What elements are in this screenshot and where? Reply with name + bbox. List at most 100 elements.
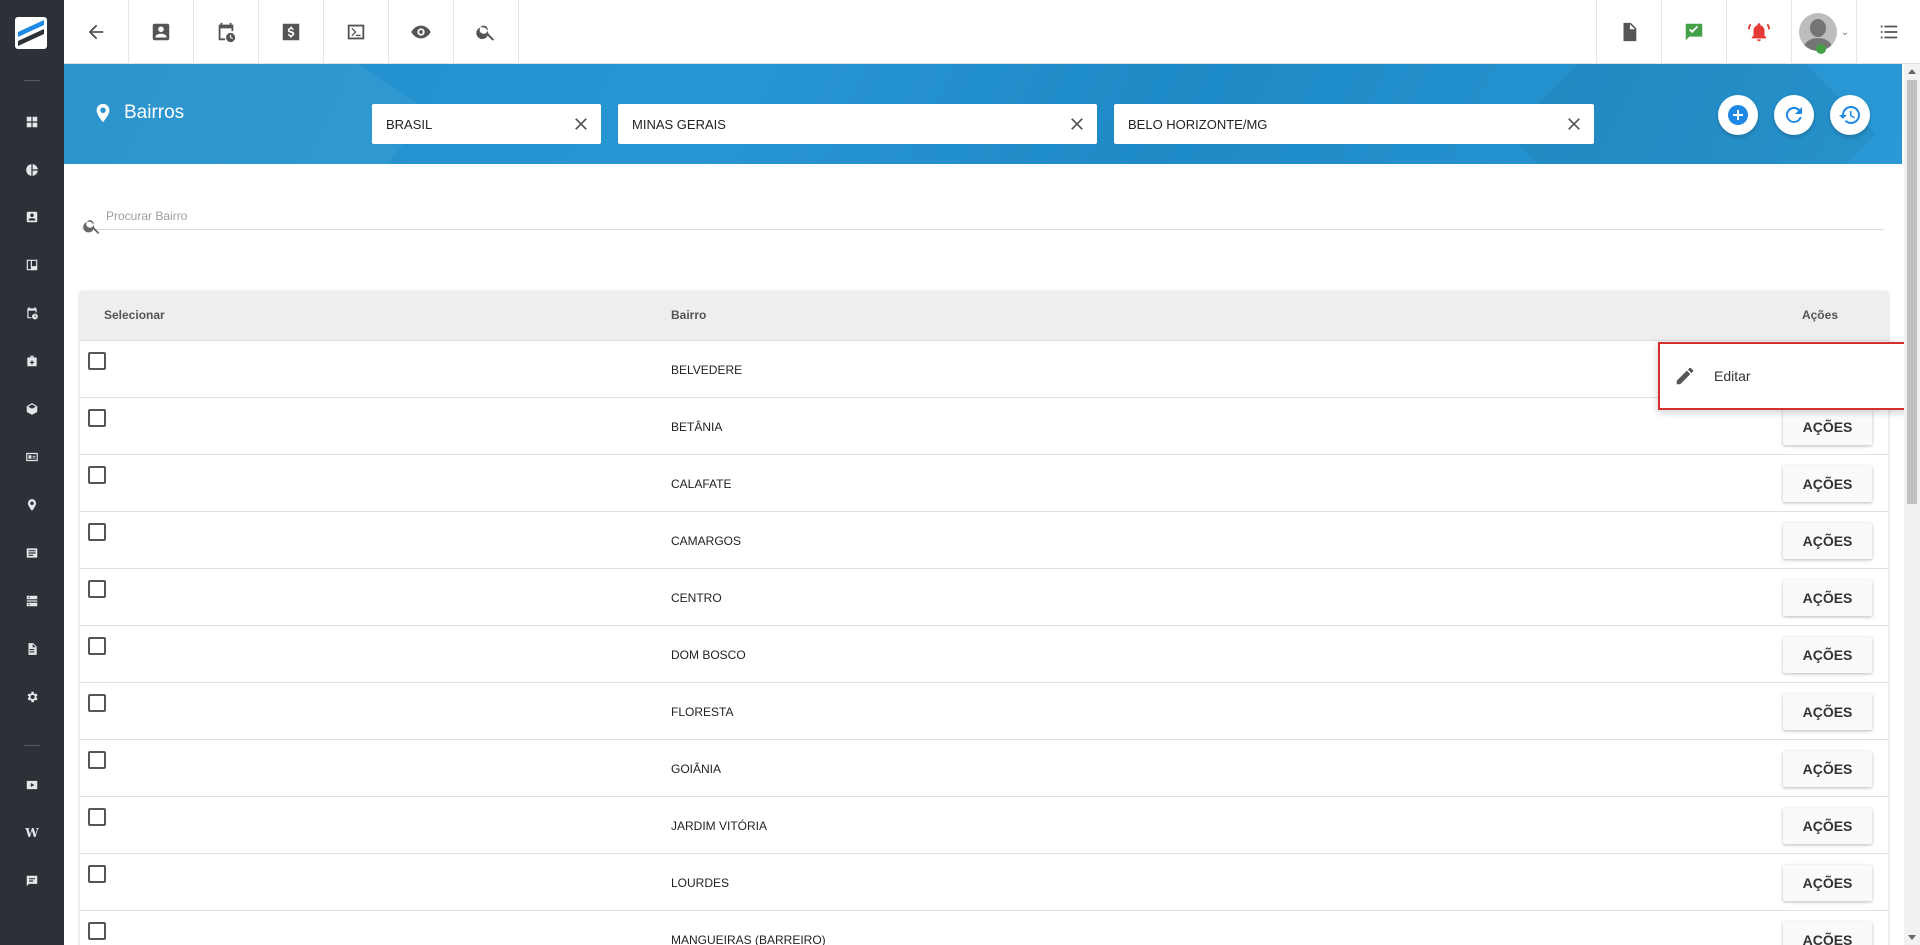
- row-actions-button[interactable]: AÇÕES: [1783, 637, 1872, 673]
- finance-button[interactable]: [259, 0, 324, 64]
- table-row: GOIÂNIA AÇÕES: [80, 740, 1888, 797]
- row-checkbox[interactable]: [88, 637, 106, 655]
- bairro-name: CAMARGOS: [671, 534, 742, 548]
- page-header: Bairros BRASIL MINAS GERAIS BELO HORIZON…: [64, 64, 1902, 164]
- contact-card-icon: [152, 23, 170, 41]
- row-actions-button[interactable]: AÇÕES: [1783, 751, 1872, 787]
- row-actions-button[interactable]: AÇÕES: [1783, 922, 1872, 945]
- search-button[interactable]: [454, 0, 519, 64]
- refresh-button[interactable]: [1774, 95, 1814, 135]
- search-icon: [83, 220, 100, 234]
- wiki-icon[interactable]: W: [24, 825, 40, 841]
- clear-city-icon[interactable]: [1564, 114, 1584, 134]
- view-button[interactable]: [389, 0, 454, 64]
- terminal-icon: [347, 24, 365, 40]
- table-row: CENTRO AÇÕES: [80, 569, 1888, 626]
- page-scrollbar[interactable]: [1904, 64, 1920, 945]
- contact-card-icon[interactable]: [24, 209, 40, 225]
- dashboard-icon[interactable]: [24, 114, 40, 130]
- history-button[interactable]: [1830, 95, 1870, 135]
- column-header-actions: Ações: [1801, 308, 1838, 322]
- row-checkbox[interactable]: [88, 694, 106, 712]
- row-actions-button[interactable]: AÇÕES: [1783, 865, 1872, 901]
- id-card-icon[interactable]: [24, 449, 40, 465]
- app-logo[interactable]: [15, 17, 47, 49]
- row-checkbox[interactable]: [88, 466, 106, 484]
- location-pin-icon: [96, 103, 110, 123]
- location-person-icon[interactable]: [24, 497, 40, 513]
- scroll-up-arrow[interactable]: [1908, 69, 1916, 74]
- server-icon[interactable]: [24, 593, 40, 609]
- back-button[interactable]: [64, 0, 129, 64]
- row-actions-button[interactable]: AÇÕES: [1783, 409, 1872, 445]
- sidebar: W: [0, 0, 64, 945]
- bairro-name: LOURDES: [671, 876, 730, 890]
- contacts-button[interactable]: [129, 0, 194, 64]
- row-checkbox[interactable]: [88, 409, 106, 427]
- schedule-button[interactable]: [194, 0, 259, 64]
- scroll-down-arrow[interactable]: [1908, 935, 1916, 940]
- messages-button[interactable]: [1661, 0, 1726, 64]
- column-header-select: Selecionar: [104, 308, 165, 322]
- list-icon[interactable]: [24, 545, 40, 561]
- table-row: DOM BOSCO AÇÕES: [80, 626, 1888, 683]
- bairro-name: MANGUEIRAS (BARREIRO): [671, 933, 826, 945]
- chat-icon[interactable]: [24, 873, 40, 889]
- search-input[interactable]: [106, 206, 1866, 226]
- bairro-name: BETÂNIA: [671, 420, 723, 434]
- row-checkbox[interactable]: [88, 523, 106, 541]
- row-checkbox[interactable]: [88, 352, 106, 370]
- bairro-name: CENTRO: [671, 591, 722, 605]
- pdf-button[interactable]: [1596, 0, 1661, 64]
- table-row: CAMARGOS AÇÕES: [80, 512, 1888, 569]
- state-filter-value: MINAS GERAIS: [632, 116, 726, 132]
- scrollbar-thumb[interactable]: [1907, 80, 1917, 504]
- calendar-clock-icon: [218, 22, 236, 43]
- clear-state-icon[interactable]: [1067, 114, 1087, 134]
- board-icon[interactable]: [24, 257, 40, 273]
- pencil-icon: [1676, 367, 1694, 385]
- video-icon[interactable]: [24, 777, 40, 793]
- settings-icon[interactable]: [24, 689, 40, 705]
- table-row: MANGUEIRAS (BARREIRO) AÇÕES: [80, 911, 1888, 945]
- notifications-button[interactable]: [1726, 0, 1791, 64]
- row-checkbox[interactable]: [88, 865, 106, 883]
- terminal-button[interactable]: [324, 0, 389, 64]
- table-row: CALAFATE AÇÕES: [80, 455, 1888, 512]
- row-actions-menu-edit[interactable]: Editar: [1658, 342, 1909, 410]
- row-checkbox[interactable]: [88, 922, 106, 940]
- row-checkbox[interactable]: [88, 580, 106, 598]
- search-bar: [82, 206, 1884, 234]
- bairro-name: GOIÂNIA: [671, 762, 722, 776]
- history-icon: [1839, 105, 1861, 124]
- package-icon[interactable]: [24, 401, 40, 417]
- bairro-name: CALAFATE: [671, 477, 732, 491]
- document-icon[interactable]: [24, 641, 40, 657]
- search-icon: [476, 25, 495, 41]
- main-menu-button[interactable]: [1856, 0, 1920, 64]
- user-menu-button[interactable]: ⌄: [1791, 0, 1856, 64]
- calendar-clock-icon[interactable]: [24, 305, 40, 321]
- row-actions-button[interactable]: AÇÕES: [1783, 523, 1872, 559]
- bairros-table: Selecionar Bairro Ações BELVEDERE BETÂNI…: [80, 291, 1888, 945]
- row-actions-button[interactable]: AÇÕES: [1783, 580, 1872, 616]
- pdf-icon: [1623, 22, 1637, 42]
- table-row: BETÂNIA AÇÕES: [80, 398, 1888, 455]
- sidebar-divider: [24, 745, 40, 746]
- menu-list-icon: [1880, 25, 1898, 39]
- clear-country-icon[interactable]: [571, 114, 591, 134]
- add-button[interactable]: [1718, 95, 1758, 135]
- row-checkbox[interactable]: [88, 808, 106, 826]
- row-checkbox[interactable]: [88, 751, 106, 769]
- city-filter[interactable]: BELO HORIZONTE/MG: [1114, 104, 1594, 144]
- online-status-dot: [1816, 44, 1826, 54]
- column-header-bairro[interactable]: Bairro: [671, 308, 706, 322]
- row-actions-button[interactable]: AÇÕES: [1783, 808, 1872, 844]
- row-actions-button[interactable]: AÇÕES: [1783, 694, 1872, 730]
- country-filter[interactable]: BRASIL: [372, 104, 601, 144]
- table-row: LOURDES AÇÕES: [80, 854, 1888, 911]
- state-filter[interactable]: MINAS GERAIS: [618, 104, 1097, 144]
- medical-kit-icon[interactable]: [24, 353, 40, 369]
- pie-chart-icon[interactable]: [24, 162, 40, 178]
- row-actions-button[interactable]: AÇÕES: [1783, 466, 1872, 502]
